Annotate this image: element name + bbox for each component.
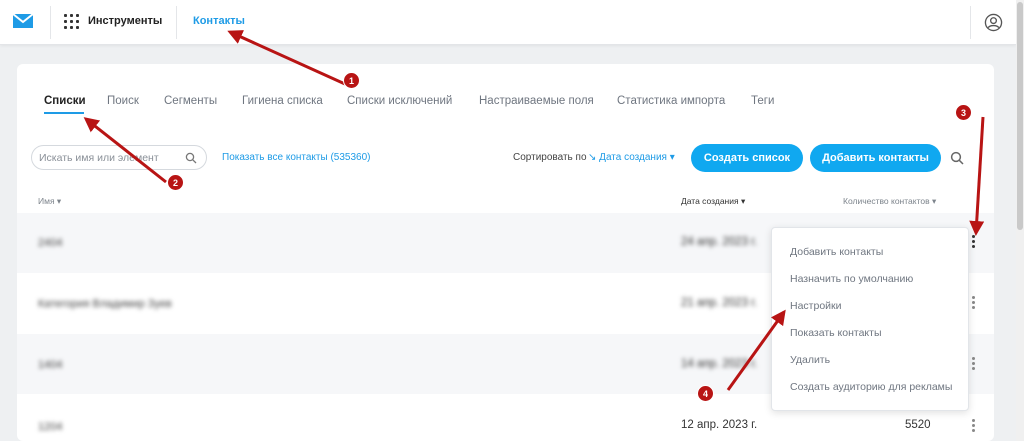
created-date: 24 апр. 2023 г. xyxy=(681,236,758,248)
tab-custom-fields[interactable]: Настраиваемые поля xyxy=(479,95,594,107)
column-header-label: Дата создания xyxy=(681,196,739,206)
column-header-label: Количество контактов xyxy=(843,196,930,206)
menu-item-settings[interactable]: Настройки xyxy=(790,300,842,312)
mail-logo-icon[interactable] xyxy=(12,13,34,29)
list-name[interactable]: Категория Владимир Зуев xyxy=(38,298,172,310)
divider xyxy=(176,6,177,39)
menu-item-set-default[interactable]: Назначить по умолчанию xyxy=(790,273,913,285)
annotation-badge-4: 4 xyxy=(697,385,714,402)
tab-search[interactable]: Поиск xyxy=(107,95,139,107)
column-header-label: Имя xyxy=(38,196,55,206)
tab-exclusion-lists[interactable]: Списки исключений xyxy=(347,95,452,107)
divider xyxy=(50,6,51,39)
sort-caret-icon: ▾ xyxy=(929,196,937,206)
list-name[interactable]: 1404 xyxy=(38,359,62,371)
menu-item-add-contacts[interactable]: Добавить контакты xyxy=(790,246,883,258)
column-header-name[interactable]: Имя ▾ xyxy=(38,196,61,207)
row-menu-kebab-icon[interactable] xyxy=(970,296,978,310)
add-contacts-button[interactable]: Добавить контакты xyxy=(810,144,941,172)
created-date: 12 апр. 2023 г. xyxy=(681,419,758,431)
tab-tags[interactable]: Теги xyxy=(751,95,774,107)
menu-item-show-contacts[interactable]: Показать контакты xyxy=(790,327,882,339)
apps-grid-icon[interactable] xyxy=(64,14,80,30)
created-date: 21 апр. 2023 г. xyxy=(681,297,758,309)
row-menu-kebab-icon[interactable] xyxy=(970,235,978,249)
column-header-date[interactable]: Дата создания ▾ xyxy=(681,196,745,207)
contacts-count: 5520 xyxy=(905,419,931,431)
sort-label: Сортировать по xyxy=(513,152,587,163)
created-date: 14 апр. 2023 г. xyxy=(681,358,758,370)
menu-item-create-ad-audience[interactable]: Создать аудиторию для рекламы xyxy=(790,381,952,393)
sort-dropdown[interactable]: ↘ Дата создания ▾ xyxy=(588,152,675,163)
tools-menu[interactable]: Инструменты xyxy=(88,15,162,27)
top-bar: Инструменты Контакты xyxy=(0,0,1016,45)
annotation-badge-2: 2 xyxy=(167,174,184,191)
nav-contacts[interactable]: Контакты xyxy=(193,15,245,27)
menu-item-delete[interactable]: Удалить xyxy=(790,354,830,366)
sort-value: Дата создания xyxy=(599,152,667,163)
search-icon[interactable] xyxy=(185,152,197,164)
list-name[interactable]: 1204 xyxy=(38,421,62,433)
create-list-button[interactable]: Создать список xyxy=(691,144,803,172)
tab-segments[interactable]: Сегменты xyxy=(164,95,217,107)
tab-lists[interactable]: Списки xyxy=(44,95,86,107)
show-all-contacts-link[interactable]: Показать все контакты (535360) xyxy=(222,152,371,163)
list-name[interactable]: 2404 xyxy=(38,237,62,249)
sort-caret-icon: ▾ xyxy=(738,196,746,206)
active-tab-indicator xyxy=(44,112,84,114)
caret-down-icon: ▾ xyxy=(666,152,675,163)
search-input[interactable] xyxy=(39,150,179,166)
divider xyxy=(970,6,971,39)
column-header-count[interactable]: Количество контактов ▾ xyxy=(843,196,936,207)
annotation-badge-1: 1 xyxy=(343,72,360,89)
tab-import-stats[interactable]: Статистика импорта xyxy=(617,95,725,107)
annotation-badge-3: 3 xyxy=(955,104,972,121)
search-icon[interactable] xyxy=(950,151,964,165)
tab-list-hygiene[interactable]: Гигиена списка xyxy=(242,95,323,107)
scrollbar-thumb[interactable] xyxy=(1017,2,1023,230)
row-menu-kebab-icon[interactable] xyxy=(970,419,978,433)
search-box[interactable] xyxy=(31,145,207,170)
sort-caret-icon: ▾ xyxy=(54,196,62,206)
user-profile-icon[interactable] xyxy=(984,13,1003,32)
row-context-menu: Добавить контакты Назначить по умолчанию… xyxy=(771,227,969,411)
sort-direction-icon: ↘ xyxy=(588,152,600,163)
row-menu-kebab-icon[interactable] xyxy=(970,357,978,371)
